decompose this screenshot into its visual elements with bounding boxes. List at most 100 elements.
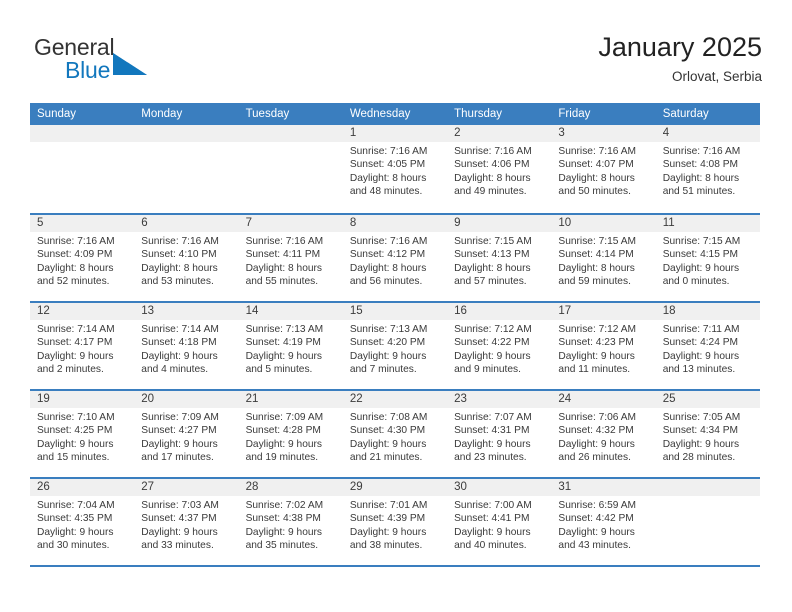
sunrise-text: Sunrise: 7:15 AM [558,236,636,247]
daylight-text: Daylight: 8 hours [141,262,218,274]
day-number: 1 [342,125,448,142]
sunset-text: Sunset: 4:08 PM [662,159,739,171]
calendar-day-cell[interactable]: 15 Sunrise: 7:13 AM Sunset: 4:20 PM Dayligh… [342,303,448,389]
calendar-day-cell[interactable]: 25 Sunrise: 7:05 AM Sunset: 4:34 PM Dayligh… [655,391,760,477]
sunset-text: Sunset: 4:42 PM [558,513,634,525]
calendar-day-cell[interactable]: 17 Sunrise: 7:12 AM Sunset: 4:23 PM Dayligh… [551,303,656,389]
sunset-text: Sunset: 4:06 PM [454,159,530,171]
day-details: Sunrise: 7:12 AM Sunset: 4:22 PM Daylight:… [447,320,551,377]
calendar-empty-cell [134,125,239,213]
calendar-day-cell[interactable]: 3 Sunrise: 7:16 AM Sunset: 4:07 PM Daylight… [551,125,656,213]
daylight-text-cont: and 26 minutes. [558,452,631,464]
calendar-day-cell[interactable]: 20 Sunrise: 7:09 AM Sunset: 4:27 PM Dayligh… [134,391,239,477]
sunset-text: Sunset: 4:10 PM [141,249,217,261]
daylight-text: Daylight: 9 hours [662,438,740,450]
calendar-grid: Sunday Monday Tuesday Wednesday Thursday Frid… [30,103,760,567]
sunrise-text: Sunrise: 7:14 AM [37,324,115,335]
weekday-header-tuesday: Tuesday [245,108,290,120]
day-details: Sunrise: 7:13 AM Sunset: 4:19 PM Daylight:… [239,320,343,377]
calendar-day-cell[interactable]: 21 Sunrise: 7:09 AM Sunset: 4:28 PM Dayligh… [238,391,343,477]
calendar-day-cell[interactable]: 24 Sunrise: 7:06 AM Sunset: 4:32 PM Dayligh… [551,391,656,477]
sunset-text: Sunset: 4:39 PM [349,513,426,525]
day-number: 5 [30,215,135,232]
calendar-day-cell[interactable]: 8 Sunrise: 7:16 AM Sunset: 4:12 PM Daylight… [342,215,448,301]
sunset-text: Sunset: 4:23 PM [558,337,634,349]
day-details: Sunrise: 7:05 AM Sunset: 4:34 PM Daylight:… [656,408,760,465]
sunset-text: Sunset: 4:25 PM [37,425,113,437]
day-number: 26 [30,479,135,496]
sunset-text: Sunset: 4:32 PM [558,425,634,437]
calendar-day-cell[interactable]: 10 Sunrise: 7:15 AM Sunset: 4:14 PM Dayligh… [551,215,656,301]
daylight-text: Daylight: 9 hours [141,350,218,362]
weekday-header-monday: Monday [141,108,183,120]
daylight-text: Daylight: 8 hours [558,172,635,184]
sunset-text: Sunset: 4:13 PM [454,249,530,261]
calendar-day-cell[interactable]: 27 Sunrise: 7:03 AM Sunset: 4:37 PM Dayligh… [134,479,239,565]
sunrise-text: Sunrise: 7:05 AM [662,412,741,423]
sunrise-text: Sunrise: 7:08 AM [349,412,428,423]
day-details [656,496,760,499]
title-block: January 2025 Orlovat, Serbia [598,30,762,87]
day-number: 31 [551,479,656,496]
daylight-text-cont: and 49 minutes. [454,186,527,198]
calendar-day-cell[interactable]: 28 Sunrise: 7:02 AM Sunset: 4:38 PM Dayligh… [238,479,343,565]
calendar-day-cell[interactable]: 18 Sunrise: 7:11 AM Sunset: 4:24 PM Dayligh… [655,303,760,389]
calendar-day-cell[interactable]: 5 Sunrise: 7:16 AM Sunset: 4:09 PM Daylight… [30,215,135,301]
calendar-day-cell[interactable]: 12 Sunrise: 7:14 AM Sunset: 4:17 PM Dayligh… [30,303,135,389]
daylight-text-cont: and 56 minutes. [349,276,423,288]
calendar-weeks: 1 Sunrise: 7:16 AM Sunset: 4:05 PM Daylight… [30,125,760,565]
daylight-text: Daylight: 9 hours [454,526,531,538]
daylight-text: Daylight: 9 hours [454,350,531,362]
daylight-text: Daylight: 9 hours [558,438,635,450]
calendar-day-cell[interactable]: 23 Sunrise: 7:07 AM Sunset: 4:31 PM Dayligh… [447,391,552,477]
calendar-day-cell[interactable]: 16 Sunrise: 7:12 AM Sunset: 4:22 PM Dayligh… [447,303,552,389]
day-details: Sunrise: 7:11 AM Sunset: 4:24 PM Daylight:… [656,320,760,377]
sunset-text: Sunset: 4:38 PM [245,513,321,525]
calendar-day-cell[interactable]: 26 Sunrise: 7:04 AM Sunset: 4:35 PM Dayligh… [30,479,135,565]
daylight-text-cont: and 19 minutes. [245,452,319,464]
daylight-text: Daylight: 9 hours [37,350,114,362]
calendar-day-cell[interactable]: 22 Sunrise: 7:08 AM Sunset: 4:30 PM Dayligh… [342,391,448,477]
calendar-day-cell[interactable]: 7 Sunrise: 7:16 AM Sunset: 4:11 PM Daylight… [238,215,343,301]
day-number: 12 [30,303,135,320]
sunrise-text: Sunrise: 7:00 AM [454,500,532,511]
calendar-day-cell[interactable]: 14 Sunrise: 7:13 AM Sunset: 4:19 PM Dayligh… [238,303,343,389]
calendar-day-cell[interactable]: 11 Sunrise: 7:15 AM Sunset: 4:15 PM Dayligh… [655,215,760,301]
day-number: 29 [342,479,448,496]
calendar-day-cell[interactable]: 31 Sunrise: 6:59 AM Sunset: 4:42 PM Dayligh… [551,479,656,565]
sunrise-text: Sunrise: 7:01 AM [349,500,428,511]
daylight-text: Daylight: 9 hours [245,438,323,450]
day-details: Sunrise: 7:16 AM Sunset: 4:08 PM Daylight:… [656,142,760,199]
daylight-text: Daylight: 8 hours [349,172,427,184]
day-number: 25 [655,391,760,408]
daylight-text-cont: and 23 minutes. [454,452,527,464]
logo-top-row: General [34,34,264,75]
day-details: Sunrise: 7:01 AM Sunset: 4:39 PM Daylight:… [343,496,447,553]
sunset-text: Sunset: 4:07 PM [558,159,634,171]
sunset-text: Sunset: 4:14 PM [558,249,634,261]
day-details: Sunrise: 7:07 AM Sunset: 4:31 PM Daylight:… [447,408,551,465]
sunset-text: Sunset: 4:27 PM [141,425,217,437]
day-number [30,125,135,142]
calendar-day-cell[interactable]: 2 Sunrise: 7:16 AM Sunset: 4:06 PM Daylight… [447,125,552,213]
day-number: 6 [134,215,239,232]
calendar-day-cell[interactable]: 29 Sunrise: 7:01 AM Sunset: 4:39 PM Dayligh… [342,479,448,565]
daylight-text: Daylight: 8 hours [454,172,531,184]
calendar-day-cell[interactable]: 4 Sunrise: 7:16 AM Sunset: 4:08 PM Daylight… [655,125,760,213]
day-number: 14 [238,303,343,320]
logo-general-blue[interactable]: General Blue [34,34,264,90]
daylight-text: Daylight: 9 hours [662,262,740,274]
day-details: Sunrise: 7:16 AM Sunset: 4:06 PM Daylight:… [447,142,551,199]
calendar-day-cell[interactable]: 13 Sunrise: 7:14 AM Sunset: 4:18 PM Dayligh… [134,303,239,389]
daylight-text-cont: and 11 minutes. [558,364,631,376]
calendar-day-cell[interactable]: 19 Sunrise: 7:10 AM Sunset: 4:25 PM Dayligh… [30,391,135,477]
day-details: Sunrise: 7:16 AM Sunset: 4:10 PM Daylight:… [134,232,238,289]
day-number: 7 [238,215,343,232]
calendar-day-cell[interactable]: 6 Sunrise: 7:16 AM Sunset: 4:10 PM Daylight… [134,215,239,301]
calendar-day-cell[interactable]: 9 Sunrise: 7:15 AM Sunset: 4:13 PM Daylight… [447,215,552,301]
sunset-text: Sunset: 4:30 PM [349,425,426,437]
calendar-day-cell[interactable]: 1 Sunrise: 7:16 AM Sunset: 4:05 PM Daylight… [342,125,448,213]
day-details [30,142,134,145]
day-number: 2 [447,125,552,142]
calendar-day-cell[interactable]: 30 Sunrise: 7:00 AM Sunset: 4:41 PM Dayligh… [447,479,552,565]
